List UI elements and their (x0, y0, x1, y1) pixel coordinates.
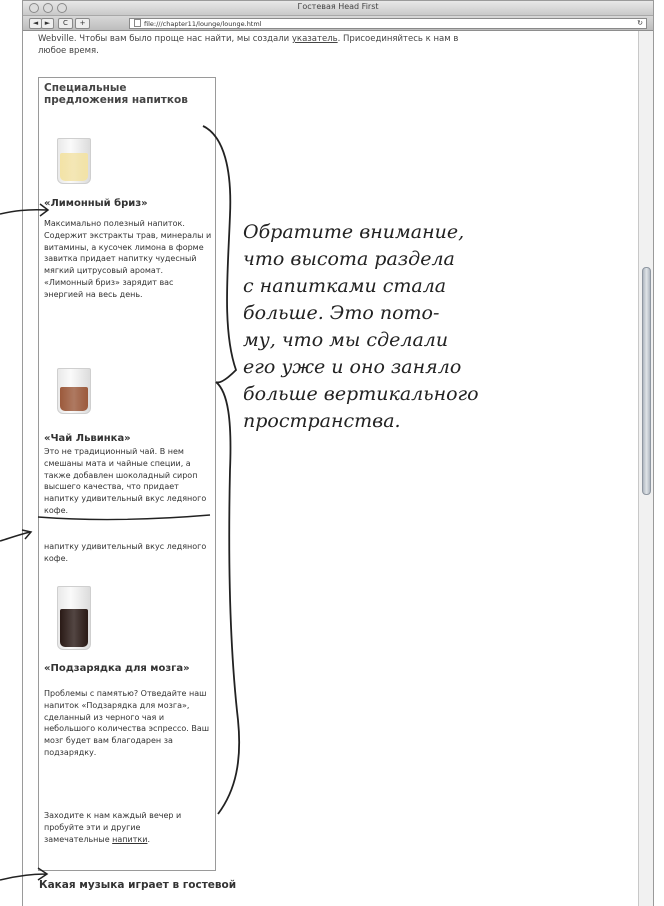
handwritten-annotation: Обратите внимание, что высота раздела с … (243, 219, 563, 435)
annotation-line: Обратите внимание, (243, 221, 465, 243)
arrow-2-icon (0, 529, 33, 542)
arrow-3-icon (0, 867, 49, 881)
annotation-line: с напитками стала (243, 275, 447, 297)
annotation-line: пространства. (243, 410, 401, 432)
arrow-1-icon (0, 203, 50, 217)
annotation-line: что высота раздела (243, 248, 455, 270)
curly-brace (202, 125, 241, 815)
annotation-line: его уже и оно заняло (243, 356, 462, 378)
underline-stroke (37, 514, 211, 521)
annotation-line: му, что мы сделали (243, 329, 449, 351)
annotation-line: больше вертикального (243, 383, 479, 405)
annotation-overlay (0, 125, 241, 881)
annotation-line: больше. Это пото- (243, 302, 440, 324)
